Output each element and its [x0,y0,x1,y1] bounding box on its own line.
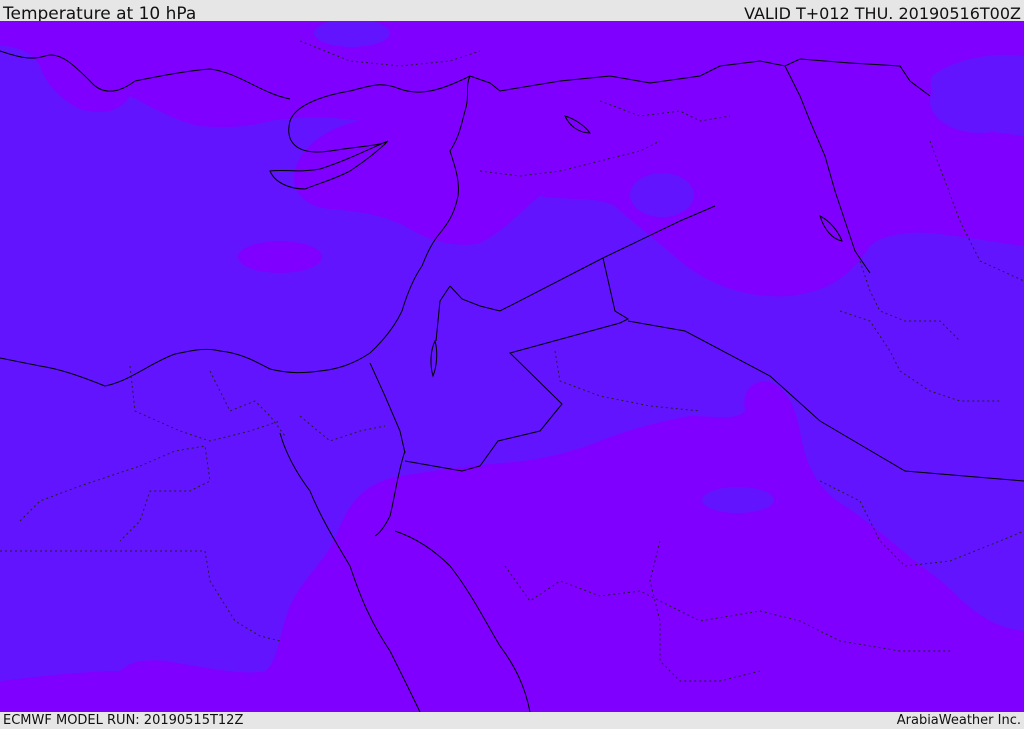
cool-patch-arabia [702,487,774,513]
warm-patch-northwest [35,21,125,51]
footer-bar: ECMWF MODEL RUN: 20190515T12Z ArabiaWeat… [0,712,1024,729]
weather-map-page: Temperature at 10 hPa VALID T+012 THU. 2… [0,0,1024,729]
credit-label: ArabiaWeather Inc. [896,713,1021,728]
header-bar: Temperature at 10 hPa VALID T+012 THU. 2… [0,0,1024,24]
map-canvas[interactable] [0,21,1024,712]
warm-patch-mediterranean [238,241,322,273]
map-svg [0,21,1024,712]
cool-patch-syria [630,173,694,217]
model-run-label: ECMWF MODEL RUN: 20190515T12Z [3,713,244,728]
